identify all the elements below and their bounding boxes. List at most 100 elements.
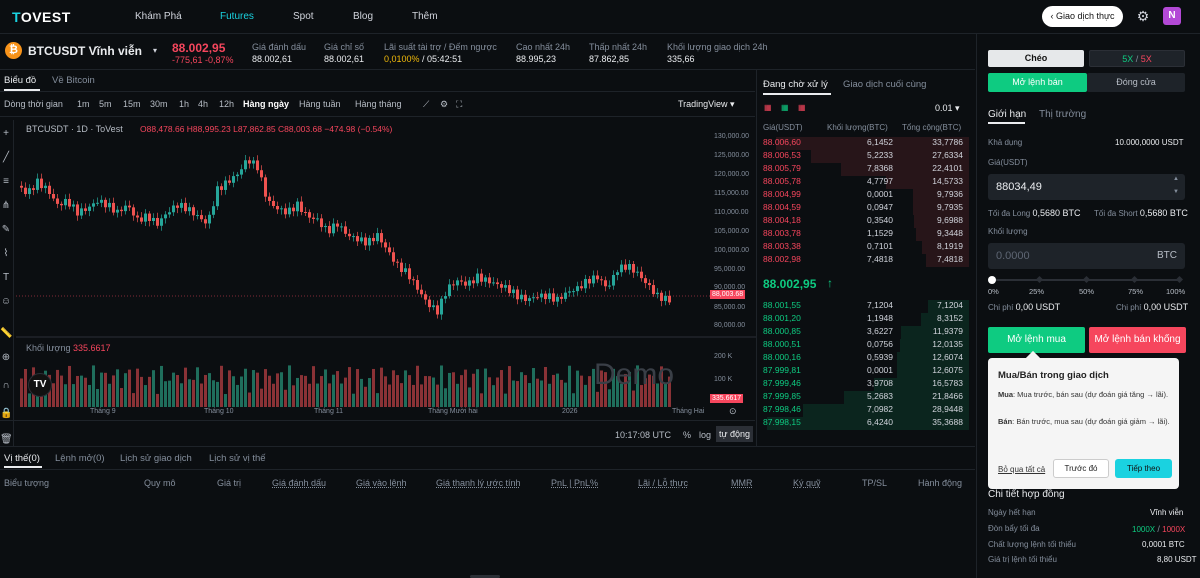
- percent-toggle[interactable]: %: [683, 430, 691, 440]
- pct-25[interactable]: 25%: [1029, 287, 1044, 296]
- settings-icon[interactable]: ⚙: [440, 99, 448, 110]
- tab-position-history[interactable]: Lịch sử vị thế: [209, 453, 266, 464]
- tooltip-prev-button[interactable]: Trước đó: [1053, 459, 1109, 478]
- nav-futures[interactable]: Futures: [220, 11, 254, 22]
- emoji-icon[interactable]: ☺: [0, 296, 12, 308]
- orderbook-row[interactable]: 87.998,46 7,0982 28,9448: [763, 404, 969, 417]
- tf-30m[interactable]: 30m: [150, 99, 168, 109]
- nav-blog[interactable]: Blog: [353, 11, 373, 22]
- tab-pending[interactable]: Đang chờ xử lý: [763, 79, 828, 90]
- orderbook-row[interactable]: 88.006,60 6,1452 33,7786: [763, 137, 969, 150]
- symbol-selector[interactable]: BTCUSDT Vĩnh viễn: [28, 44, 142, 58]
- price-tick: 80,000.00: [714, 322, 746, 329]
- slider-handle[interactable]: [988, 276, 996, 284]
- tf-1h[interactable]: 1h: [179, 99, 189, 109]
- orderbook-row[interactable]: 88.004,18 0,3540 9,6988: [763, 215, 969, 228]
- tab-about-bitcoin[interactable]: Về Bitcoin: [52, 75, 95, 86]
- lock-icon[interactable]: 🔒: [0, 408, 12, 420]
- zoom-icon[interactable]: ⊕: [0, 352, 12, 364]
- price-input[interactable]: 88034,49 ▲ ▼: [988, 174, 1185, 200]
- pct-75[interactable]: 75%: [1128, 287, 1143, 296]
- auto-toggle[interactable]: tự động: [716, 426, 754, 442]
- pattern-icon[interactable]: ⌇: [0, 248, 12, 260]
- orderbook-row[interactable]: 88.004,59 0,0947 9,7935: [763, 202, 969, 215]
- tab-trade-history[interactable]: Lịch sử giao dịch: [120, 453, 192, 464]
- tf-daily[interactable]: Hàng ngày: [243, 99, 289, 109]
- leverage-button[interactable]: 5X / 5X: [1089, 50, 1185, 67]
- orderbook-row[interactable]: 88.000,85 3,6227 11,9379: [763, 326, 969, 339]
- crosshair-icon[interactable]: +: [0, 128, 12, 140]
- orderbook-row[interactable]: 87.999,46 3,9708 16,5783: [763, 378, 969, 391]
- tick-size-select[interactable]: 0.01 ▾: [935, 103, 960, 114]
- tab-positions[interactable]: Vị thế(0): [4, 453, 40, 464]
- price-chart[interactable]: BTCUSDT · 1D · ToVest O88,478.66 H88,995…: [16, 120, 756, 420]
- orderbook-row[interactable]: 87.999,81 0,0001 12,6075: [763, 365, 969, 378]
- orderbook-row[interactable]: 88.005,78 4,7797 14,5733: [763, 176, 969, 189]
- open-long-button[interactable]: Mở lệnh mua: [988, 327, 1085, 353]
- chevron-down-icon[interactable]: ▾: [153, 46, 157, 55]
- orderbook-row[interactable]: 88.006,53 5,2233 27,6334: [763, 150, 969, 163]
- skip-all-link[interactable]: Bỏ qua tất cả: [998, 465, 1045, 474]
- orderbook-row[interactable]: 88.001,55 7,1204 7,1204: [763, 300, 969, 313]
- horizontal-lines-icon[interactable]: ≡: [0, 176, 12, 188]
- nav-more[interactable]: Thêm: [412, 11, 438, 22]
- tf-12h[interactable]: 12h: [219, 99, 234, 109]
- logo[interactable]: TOVEST: [12, 9, 71, 25]
- candle-body: [208, 214, 211, 224]
- tab-last-trades[interactable]: Giao dịch cuối cùng: [843, 79, 926, 90]
- tf-monthly[interactable]: Hàng tháng: [355, 99, 402, 109]
- orderbook-row[interactable]: 88.005,79 7,8368 22,4101: [763, 163, 969, 176]
- tf-1m[interactable]: 1m: [77, 99, 90, 109]
- pct-50[interactable]: 50%: [1079, 287, 1094, 296]
- margin-mode-button[interactable]: Chéo: [988, 50, 1084, 67]
- stepper-up-icon[interactable]: ▲: [1173, 176, 1179, 182]
- tf-timeline[interactable]: Dòng thời gian: [4, 99, 63, 109]
- stepper-down-icon[interactable]: ▼: [1173, 189, 1179, 195]
- tab-limit[interactable]: Giới hạn: [988, 109, 1026, 120]
- orderbook-row[interactable]: 88.000,16 0,5939 12,6074: [763, 352, 969, 365]
- tf-5m[interactable]: 5m: [99, 99, 112, 109]
- orderbook-row[interactable]: 88.004,99 0,0001 9,7936: [763, 189, 969, 202]
- book-view-both-icon[interactable]: ▦: [764, 103, 772, 112]
- fullscreen-icon[interactable]: ⛶: [456, 99, 462, 110]
- tab-open-position[interactable]: Mở lệnh bán: [988, 73, 1087, 92]
- pitchfork-icon[interactable]: ⋔: [0, 200, 12, 212]
- price-tick: 130,000.00: [714, 133, 750, 140]
- nav-explore[interactable]: Khám Phá: [135, 11, 182, 22]
- avatar[interactable]: N: [1163, 7, 1181, 25]
- book-view-bids-icon[interactable]: ▦: [781, 103, 789, 112]
- orderbook-row[interactable]: 88.002,98 7,4818 7,4818: [763, 254, 969, 267]
- pct-0[interactable]: 0%: [988, 287, 999, 296]
- tab-chart[interactable]: Biểu đồ: [4, 75, 36, 86]
- tab-close-position[interactable]: Đóng cửa: [1087, 73, 1185, 92]
- quantity-input[interactable]: 0.0000 BTC: [988, 243, 1185, 269]
- tf-15m[interactable]: 15m: [123, 99, 141, 109]
- orderbook-row[interactable]: 88.001,20 1,1948 8,3152: [763, 313, 969, 326]
- tradingview-logo[interactable]: TV: [28, 373, 52, 397]
- magnet-icon[interactable]: ∩: [0, 380, 12, 392]
- tf-weekly[interactable]: Hàng tuần: [299, 99, 341, 109]
- pct-100[interactable]: 100%: [1166, 287, 1185, 296]
- nav-spot[interactable]: Spot: [293, 11, 314, 22]
- orderbook-row[interactable]: 88.003,38 0,7101 8,1919: [763, 241, 969, 254]
- tab-open-orders[interactable]: Lệnh mở(0): [55, 453, 105, 464]
- orderbook-row[interactable]: 88.003,78 1,1529 9,3448: [763, 228, 969, 241]
- orderbook-row[interactable]: 87.999,85 5,2683 21,8466: [763, 391, 969, 404]
- orderbook-row[interactable]: 87.998,15 6,4240 35,3688: [763, 417, 969, 430]
- log-toggle[interactable]: log: [699, 430, 711, 440]
- tf-4h[interactable]: 4h: [198, 99, 208, 109]
- orderbook-row[interactable]: 88.000,51 0,0756 12,0135: [763, 339, 969, 352]
- indicator-icon[interactable]: ⟋: [423, 99, 429, 110]
- book-view-asks-icon[interactable]: ▦: [798, 103, 806, 112]
- gear-icon[interactable]: ⚙: [1134, 7, 1152, 25]
- brush-icon[interactable]: ✎: [0, 224, 12, 236]
- tooltip-next-button[interactable]: Tiếp theo: [1115, 459, 1172, 478]
- text-icon[interactable]: T: [0, 272, 12, 284]
- real-trade-button[interactable]: ‹ Giao dịch thực: [1042, 6, 1123, 27]
- ruler-icon[interactable]: 📏: [0, 328, 12, 340]
- trendline-icon[interactable]: ╱: [0, 152, 12, 164]
- go-to-date-icon[interactable]: ⊙: [729, 406, 737, 417]
- tab-market[interactable]: Thị trường: [1039, 109, 1086, 120]
- tradingview-selector[interactable]: TradingView ▾: [678, 99, 735, 110]
- open-short-button[interactable]: Mở lệnh bán khống: [1089, 327, 1186, 353]
